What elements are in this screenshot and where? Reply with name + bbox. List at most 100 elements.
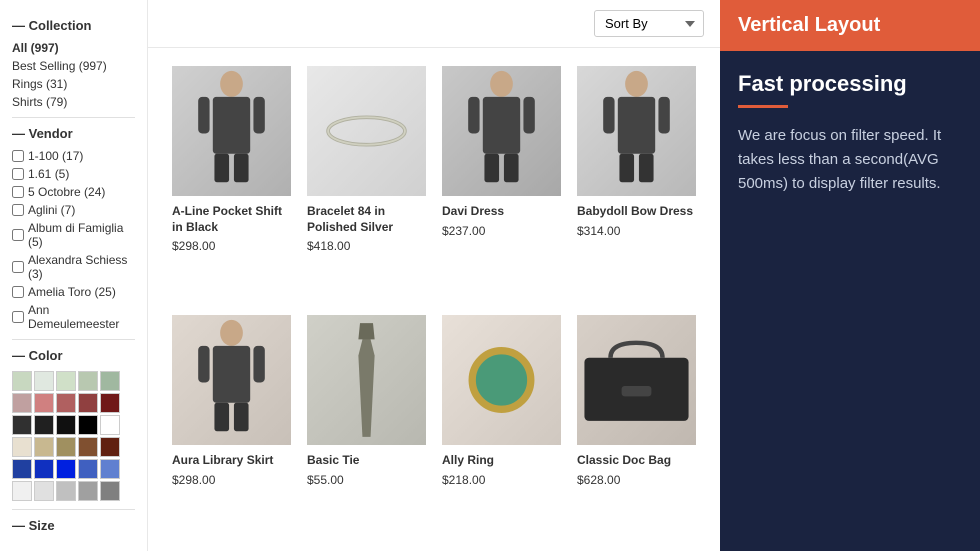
color-swatch[interactable] <box>12 371 32 391</box>
vendor-title: — Vendor <box>12 126 135 141</box>
color-swatch[interactable] <box>100 393 120 413</box>
product-card[interactable]: Classic Doc Bag$628.00 <box>569 307 704 541</box>
product-price: $418.00 <box>307 239 426 253</box>
vendor-checkbox[interactable] <box>12 311 24 323</box>
vendor-label: Aglini (7) <box>28 203 75 217</box>
vendor-checkbox[interactable] <box>12 150 24 162</box>
color-swatch[interactable] <box>56 415 76 435</box>
vendor-item[interactable]: Album di Famiglia (5) <box>12 221 135 249</box>
collection-item[interactable]: Rings (31) <box>12 77 135 91</box>
right-panel-body-text: We are focus on filter speed. It takes l… <box>738 124 962 196</box>
color-swatch[interactable] <box>100 437 120 457</box>
product-price: $298.00 <box>172 473 291 487</box>
product-image <box>577 66 696 196</box>
color-swatch[interactable] <box>12 437 32 457</box>
collection-item[interactable]: Shirts (79) <box>12 95 135 109</box>
vendor-item[interactable]: Aglini (7) <box>12 203 135 217</box>
product-card[interactable]: Aura Library Skirt$298.00 <box>164 307 299 541</box>
collection-title: — Collection <box>12 18 135 33</box>
right-panel: Vertical Layout Fast processing We are f… <box>720 0 980 551</box>
product-card[interactable]: Basic Tie$55.00 <box>299 307 434 541</box>
product-name: Ally Ring <box>442 453 561 469</box>
product-name: Classic Doc Bag <box>577 453 696 469</box>
vendor-label: 1.61 (5) <box>28 167 69 181</box>
color-swatch[interactable] <box>12 459 32 479</box>
color-swatch[interactable] <box>100 459 120 479</box>
product-image <box>172 315 291 445</box>
color-swatch[interactable] <box>78 371 98 391</box>
color-swatch[interactable] <box>100 371 120 391</box>
product-card[interactable]: A-Line Pocket Shift in Black $298.00 <box>164 58 299 307</box>
product-card[interactable]: Bracelet 84 in Polished Silver $418.00 <box>299 58 434 307</box>
collection-list: All (997) Best Selling (997) Rings (31) Shi… <box>12 41 135 109</box>
color-swatch[interactable] <box>12 393 32 413</box>
vendor-item[interactable]: Ann Demeulemeester <box>12 303 135 331</box>
vendor-checkbox[interactable] <box>12 168 24 180</box>
color-swatch[interactable] <box>100 415 120 435</box>
products-grid: A-Line Pocket Shift in Black $298.00 Brac… <box>148 48 720 551</box>
color-swatch[interactable] <box>56 393 76 413</box>
main-content: Sort ByPrice: Low to HighPrice: High to … <box>148 0 720 551</box>
vendor-list: 1-100 (17) 1.61 (5) 5 Octobre (24) Aglini (… <box>12 149 135 331</box>
color-swatch[interactable] <box>100 481 120 501</box>
vendor-item[interactable]: 1.61 (5) <box>12 167 135 181</box>
color-swatch[interactable] <box>34 393 54 413</box>
color-swatch[interactable] <box>78 481 98 501</box>
collection-item[interactable]: All (997) <box>12 41 135 55</box>
vendor-label: Album di Famiglia (5) <box>28 221 135 249</box>
product-card[interactable]: Davi Dress $237.00 <box>434 58 569 307</box>
product-name: Babydoll Bow Dress <box>577 204 696 220</box>
color-title: — Color <box>12 348 135 363</box>
vendor-label: Ann Demeulemeester <box>28 303 135 331</box>
color-swatch[interactable] <box>56 481 76 501</box>
right-panel-header: Vertical Layout <box>720 0 980 51</box>
color-swatch[interactable] <box>56 437 76 457</box>
right-panel-body: Fast processing We are focus on filter s… <box>720 51 980 551</box>
product-card[interactable]: Babydoll Bow Dress $314.00 <box>569 58 704 307</box>
color-swatch[interactable] <box>34 437 54 457</box>
product-name: Davi Dress <box>442 204 561 220</box>
color-swatch[interactable] <box>78 393 98 413</box>
vendor-checkbox[interactable] <box>12 286 24 298</box>
product-price: $314.00 <box>577 224 696 238</box>
vendor-label: Alexandra Schiess (3) <box>28 253 135 281</box>
color-swatch[interactable] <box>34 415 54 435</box>
vendor-item[interactable]: Amelia Toro (25) <box>12 285 135 299</box>
vendor-item[interactable]: 5 Octobre (24) <box>12 185 135 199</box>
color-swatch[interactable] <box>56 459 76 479</box>
product-name: Bracelet 84 in Polished Silver <box>307 204 426 235</box>
vendor-checkbox[interactable] <box>12 261 24 273</box>
size-title: — Size <box>12 518 135 533</box>
product-name: Basic Tie <box>307 453 426 469</box>
vendor-checkbox[interactable] <box>12 186 24 198</box>
color-swatch[interactable] <box>12 481 32 501</box>
product-image <box>577 315 696 445</box>
color-swatch[interactable] <box>78 415 98 435</box>
color-swatch[interactable] <box>12 415 32 435</box>
vendor-item[interactable]: Alexandra Schiess (3) <box>12 253 135 281</box>
sort-select[interactable]: Sort ByPrice: Low to HighPrice: High to … <box>594 10 704 37</box>
color-swatch[interactable] <box>34 371 54 391</box>
vendor-label: 1-100 (17) <box>28 149 83 163</box>
product-name: A-Line Pocket Shift in Black <box>172 204 291 235</box>
color-swatch[interactable] <box>78 437 98 457</box>
vendor-label: Amelia Toro (25) <box>28 285 116 299</box>
color-grid <box>12 371 135 501</box>
vendor-checkbox[interactable] <box>12 229 24 241</box>
vendor-item[interactable]: 1-100 (17) <box>12 149 135 163</box>
color-swatch[interactable] <box>56 371 76 391</box>
color-swatch[interactable] <box>78 459 98 479</box>
color-swatch[interactable] <box>34 481 54 501</box>
product-card[interactable]: Ally Ring $218.00 <box>434 307 569 541</box>
vendor-checkbox[interactable] <box>12 204 24 216</box>
accent-line <box>738 105 788 108</box>
color-swatch[interactable] <box>34 459 54 479</box>
product-image <box>172 66 291 196</box>
product-image <box>442 66 561 196</box>
collection-item[interactable]: Best Selling (997) <box>12 59 135 73</box>
product-price: $237.00 <box>442 224 561 238</box>
vendor-label: 5 Octobre (24) <box>28 185 105 199</box>
product-price: $298.00 <box>172 239 291 253</box>
main-header: Sort ByPrice: Low to HighPrice: High to … <box>148 0 720 48</box>
product-price: $218.00 <box>442 473 561 487</box>
